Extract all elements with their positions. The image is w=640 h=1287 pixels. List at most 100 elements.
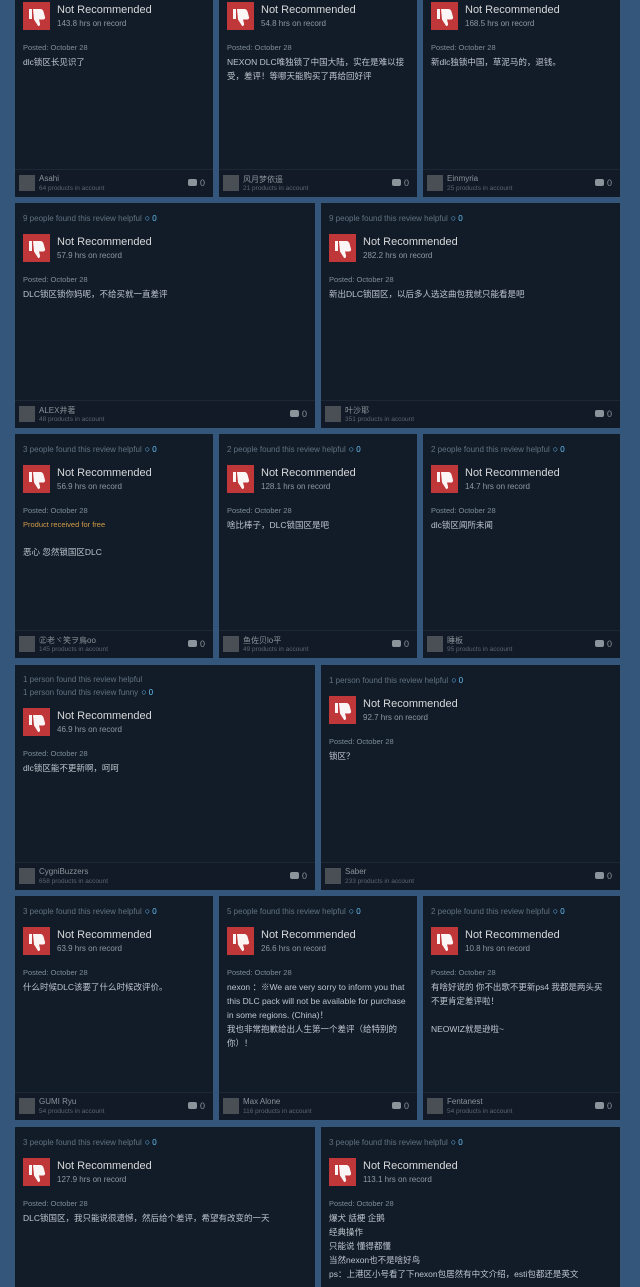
- award-count[interactable]: 0: [152, 214, 156, 223]
- recommendation-block[interactable]: Not Recommended 56.9 hrs on record: [23, 465, 213, 493]
- award-icon[interactable]: ○: [145, 444, 150, 454]
- award-count[interactable]: 0: [152, 907, 156, 916]
- recommendation-block[interactable]: Not Recommended 168.5 hrs on record: [431, 2, 620, 30]
- award-icon[interactable]: ○: [451, 1137, 456, 1147]
- recommendation-block[interactable]: Not Recommended 282.2 hrs on record: [329, 234, 609, 262]
- recommendation-title[interactable]: Not Recommended: [57, 1160, 152, 1172]
- review-card[interactable]: 5 people found this review helpful ○ 0 Not…: [219, 896, 417, 1120]
- recommendation-title[interactable]: Not Recommended: [57, 929, 152, 941]
- author-name[interactable]: Asahi: [39, 174, 59, 183]
- comments-count[interactable]: 0: [594, 871, 612, 881]
- recommendation-title[interactable]: Not Recommended: [363, 1160, 458, 1172]
- author-name[interactable]: 风月梦依遥: [243, 174, 283, 185]
- comments-count[interactable]: 0: [391, 178, 409, 188]
- comments-count[interactable]: 0: [187, 639, 205, 649]
- recommendation-block[interactable]: Not Recommended 92.7 hrs on record: [329, 696, 609, 724]
- author-name[interactable]: GUMI Ryu: [39, 1097, 76, 1106]
- review-card[interactable]: 2 people found this review helpful ○ 0 Not…: [423, 896, 620, 1120]
- avatar[interactable]: [19, 175, 35, 191]
- comments-count[interactable]: 0: [594, 409, 612, 419]
- review-card[interactable]: 9 people found this review helpful ○ 0 Not…: [321, 203, 620, 428]
- recommendation-title[interactable]: Not Recommended: [465, 467, 560, 479]
- review-card[interactable]: 3 people found this review helpful ○ 0 Not…: [15, 434, 213, 658]
- award-icon[interactable]: ○: [553, 906, 558, 916]
- author-name[interactable]: Saber: [345, 867, 366, 876]
- recommendation-block[interactable]: Not Recommended 143.8 hrs on record: [23, 2, 213, 30]
- review-card[interactable]: Not Recommended 54.8 hrs on record Posted…: [219, 0, 417, 197]
- recommendation-block[interactable]: Not Recommended 57.9 hrs on record: [23, 234, 303, 262]
- recommendation-title[interactable]: Not Recommended: [261, 4, 356, 16]
- recommendation-title[interactable]: Not Recommended: [465, 929, 560, 941]
- comments-count[interactable]: 0: [289, 871, 307, 881]
- award-count[interactable]: 0: [459, 676, 463, 685]
- review-card[interactable]: 2 people found this review helpful ○ 0 Not…: [423, 434, 620, 658]
- recommendation-block[interactable]: Not Recommended 14.7 hrs on record: [431, 465, 620, 493]
- review-card[interactable]: 1 person found this review helpful 1 pers…: [15, 665, 315, 890]
- comments-count[interactable]: 0: [187, 1101, 205, 1111]
- award-count[interactable]: 0: [152, 445, 156, 454]
- award-count[interactable]: 0: [356, 907, 360, 916]
- recommendation-title[interactable]: Not Recommended: [465, 4, 560, 16]
- recommendation-title[interactable]: Not Recommended: [57, 710, 152, 722]
- author-name[interactable]: Max Alone: [243, 1097, 280, 1106]
- review-card[interactable]: 3 people found this review helpful ○ 0 Not…: [15, 1127, 315, 1287]
- recommendation-block[interactable]: Not Recommended 10.8 hrs on record: [431, 927, 620, 955]
- award-icon[interactable]: ○: [451, 675, 456, 685]
- author-name[interactable]: Einmyria: [447, 174, 478, 183]
- award-icon[interactable]: ○: [451, 213, 456, 223]
- award-icon[interactable]: ○: [145, 906, 150, 916]
- review-card[interactable]: 3 people found this review helpful ○ 0 Not…: [321, 1127, 620, 1287]
- recommendation-block[interactable]: Not Recommended 63.9 hrs on record: [23, 927, 213, 955]
- award-count[interactable]: 0: [560, 907, 564, 916]
- comments-count[interactable]: 0: [594, 178, 612, 188]
- recommendation-block[interactable]: Not Recommended 26.6 hrs on record: [227, 927, 417, 955]
- comments-count[interactable]: 0: [289, 409, 307, 419]
- comments-count[interactable]: 0: [594, 1101, 612, 1111]
- recommendation-title[interactable]: Not Recommended: [57, 4, 152, 16]
- avatar[interactable]: [223, 636, 239, 652]
- recommendation-title[interactable]: Not Recommended: [261, 467, 356, 479]
- review-card[interactable]: 3 people found this review helpful ○ 0 Not…: [15, 896, 213, 1120]
- author-name[interactable]: ALEX井著: [39, 405, 75, 416]
- award-icon[interactable]: ○: [349, 906, 354, 916]
- comments-count[interactable]: 0: [594, 639, 612, 649]
- recommendation-block[interactable]: Not Recommended 46.9 hrs on record: [23, 708, 303, 736]
- recommendation-title[interactable]: Not Recommended: [363, 236, 458, 248]
- review-card[interactable]: 9 people found this review helpful ○ 0 Not…: [15, 203, 315, 428]
- recommendation-title[interactable]: Not Recommended: [57, 236, 152, 248]
- award-count[interactable]: 0: [356, 445, 360, 454]
- award-icon[interactable]: ○: [349, 444, 354, 454]
- review-card[interactable]: 2 people found this review helpful ○ 0 Not…: [219, 434, 417, 658]
- author-name[interactable]: 鱼佐贝lo平: [243, 635, 281, 646]
- award-icon[interactable]: ○: [145, 213, 150, 223]
- avatar[interactable]: [427, 636, 443, 652]
- avatar[interactable]: [427, 175, 443, 191]
- avatar[interactable]: [19, 406, 35, 422]
- author-name[interactable]: ㊣老ヾ笑ヲ鳥oo: [39, 635, 96, 646]
- recommendation-title[interactable]: Not Recommended: [261, 929, 356, 941]
- avatar[interactable]: [19, 1098, 35, 1114]
- review-card[interactable]: Not Recommended 143.8 hrs on record Poste…: [15, 0, 213, 197]
- recommendation-title[interactable]: Not Recommended: [57, 467, 152, 479]
- award-count[interactable]: 0: [458, 214, 462, 223]
- recommendation-block[interactable]: Not Recommended 128.1 hrs on record: [227, 465, 417, 493]
- comments-count[interactable]: 0: [391, 639, 409, 649]
- avatar[interactable]: [19, 636, 35, 652]
- avatar[interactable]: [325, 868, 341, 884]
- avatar[interactable]: [427, 1098, 443, 1114]
- recommendation-block[interactable]: Not Recommended 113.1 hrs on record: [329, 1158, 609, 1186]
- review-card[interactable]: 1 person found this review helpful ○ 0 Not…: [321, 665, 620, 890]
- comments-count[interactable]: 0: [187, 178, 205, 188]
- award-icon[interactable]: ○: [141, 687, 146, 697]
- recommendation-block[interactable]: Not Recommended 127.9 hrs on record: [23, 1158, 303, 1186]
- recommendation-title[interactable]: Not Recommended: [363, 698, 458, 710]
- author-name[interactable]: CygniBuzzers: [39, 867, 88, 876]
- author-name[interactable]: 睡板: [447, 635, 463, 646]
- recommendation-block[interactable]: Not Recommended 54.8 hrs on record: [227, 2, 417, 30]
- award-icon[interactable]: ○: [553, 444, 558, 454]
- award-icon[interactable]: ○: [145, 1137, 150, 1147]
- award-count[interactable]: 0: [149, 688, 153, 697]
- author-name[interactable]: Fentanest: [447, 1097, 483, 1106]
- avatar[interactable]: [325, 406, 341, 422]
- avatar[interactable]: [19, 868, 35, 884]
